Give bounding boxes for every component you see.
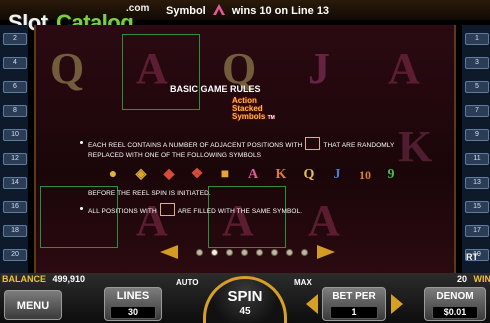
page-dot[interactable]: [226, 249, 233, 256]
auto-button[interactable]: AUTO: [176, 278, 199, 287]
page-dot[interactable]: [286, 249, 293, 256]
line-marker[interactable]: 12: [3, 153, 27, 165]
rule-1-part2: THAT ARE RANDOMLY: [323, 142, 395, 149]
win-message-before: Symbol: [166, 5, 206, 17]
gold-coin-symbol-icon: ●: [108, 167, 118, 182]
line-marker[interactable]: 4: [3, 57, 27, 69]
next-page-arrow-icon[interactable]: [317, 245, 335, 259]
line-marker[interactable]: 20: [3, 249, 27, 261]
bet-per-label: BET PER: [332, 291, 376, 302]
pink-a-symbol-icon: [212, 4, 225, 15]
rule-1: EACH REEL CONTAINS A NUMBER OF ADJACENT …: [88, 137, 394, 150]
symbol-q: Q: [303, 167, 315, 182]
win-value: 20: [457, 274, 468, 284]
symbol-k: K: [275, 167, 287, 182]
brand-tm: TM: [267, 115, 275, 121]
menu-button[interactable]: MENU: [4, 290, 62, 320]
page-dot[interactable]: [301, 249, 308, 256]
brand-line: Symbols TM: [232, 113, 275, 122]
page-dot[interactable]: [271, 249, 278, 256]
rule-3: ALL POSITIONS WITH ARE FILLED WITH THE SA…: [88, 203, 302, 216]
page-dot[interactable]: [211, 249, 218, 256]
gold-statue-symbol-icon: ◈: [135, 167, 147, 182]
rt-label: RT: [466, 252, 478, 262]
reel-symbol: A: [388, 44, 420, 93]
reel-symbol: K: [398, 122, 433, 171]
brand-line-text: Symbols: [232, 112, 266, 121]
replacement-symbols: ● ◈ ◆ ❖ ■ A K Q J 10 9: [102, 164, 398, 186]
symbol-a: A: [247, 167, 259, 182]
line-marker[interactable]: 8: [3, 105, 27, 117]
rule-3-part2: ARE FILLED WITH THE SAME SYMBOL.: [177, 208, 303, 215]
golden-frog-symbol-icon: ■: [220, 167, 230, 182]
reel-symbol: Q: [50, 44, 85, 93]
spin-label: SPIN: [227, 288, 263, 305]
prev-page-arrow-icon[interactable]: [160, 245, 178, 259]
line-markers-right: 1 3 5 7 9 11 13 15 17 19: [462, 25, 490, 275]
win-label: WIN: [473, 274, 490, 284]
bet-decrease-icon[interactable]: [306, 294, 318, 314]
max-button[interactable]: MAX: [294, 278, 312, 287]
action-stacked-symbols-logo: Action Stacked Symbols TM: [232, 97, 275, 122]
page-dot[interactable]: [241, 249, 248, 256]
lantern-symbol-icon: ❖: [190, 167, 204, 182]
line-marker[interactable]: 17: [465, 225, 489, 237]
win: 20 WIN: [457, 274, 490, 284]
rule-1-cont: REPLACED WITH ONE OF THE FOLLOWING SYMBO…: [88, 152, 262, 159]
line-marker[interactable]: 14: [3, 177, 27, 189]
bullet-icon: [80, 141, 83, 144]
line-marker[interactable]: 2: [3, 33, 27, 45]
balance-value: 499,910: [52, 274, 86, 284]
page-dot[interactable]: [256, 249, 263, 256]
rule-1-part1: EACH REEL CONTAINS A NUMBER OF ADJACENT …: [88, 142, 303, 149]
line-markers-left: 2 4 6 8 10 12 14 16 18 20: [0, 25, 28, 275]
reel-symbol: J: [308, 44, 330, 93]
line-marker[interactable]: 11: [465, 153, 489, 165]
bet-increase-icon[interactable]: [391, 294, 403, 314]
line-marker[interactable]: 13: [465, 177, 489, 189]
winning-cell-outline: [122, 34, 200, 110]
rule-2: BEFORE THE REEL SPIN IS INITIATED.: [88, 190, 211, 197]
lines-value: 30: [110, 306, 156, 319]
bullet-icon: [80, 207, 83, 210]
stack-position-box-icon: [159, 203, 175, 216]
rules-title: BASIC GAME RULES: [170, 84, 261, 94]
red-envelope-symbol-icon: ◆: [163, 167, 175, 182]
line-marker[interactable]: 10: [3, 129, 27, 141]
lines-label: LINES: [116, 290, 150, 302]
line-marker[interactable]: 1: [465, 33, 489, 45]
page-indicator: [196, 249, 314, 257]
symbol-9: 9: [387, 167, 395, 182]
win-message-after: wins 10 on Line 13: [231, 5, 330, 17]
bet-per-value: 1: [330, 306, 378, 319]
rule-3-part1: ALL POSITIONS WITH: [88, 208, 157, 215]
spin-value: 45: [239, 306, 251, 317]
line-marker[interactable]: 3: [465, 57, 489, 69]
page-dot[interactable]: [196, 249, 203, 256]
stack-position-box-icon: [305, 137, 321, 150]
symbol-j: J: [333, 167, 341, 182]
line-marker[interactable]: 16: [3, 201, 27, 213]
line-marker[interactable]: 15: [465, 201, 489, 213]
winning-cell-outline: [208, 186, 286, 248]
logo-com: .com: [126, 3, 150, 14]
symbol-10: 10: [359, 168, 371, 182]
balance: BALANCE 499,910: [2, 274, 85, 284]
line-marker[interactable]: 6: [3, 81, 27, 93]
win-message: Symbol wins 10 on Line 13: [166, 4, 329, 17]
reel-symbol: A: [308, 196, 340, 245]
balance-label: BALANCE: [2, 274, 46, 284]
line-marker[interactable]: 7: [465, 105, 489, 117]
line-marker[interactable]: 5: [465, 81, 489, 93]
denom-value: $0.01: [432, 306, 478, 319]
line-marker[interactable]: 18: [3, 225, 27, 237]
denom-label: DENOM: [436, 291, 474, 302]
line-marker[interactable]: 9: [465, 129, 489, 141]
